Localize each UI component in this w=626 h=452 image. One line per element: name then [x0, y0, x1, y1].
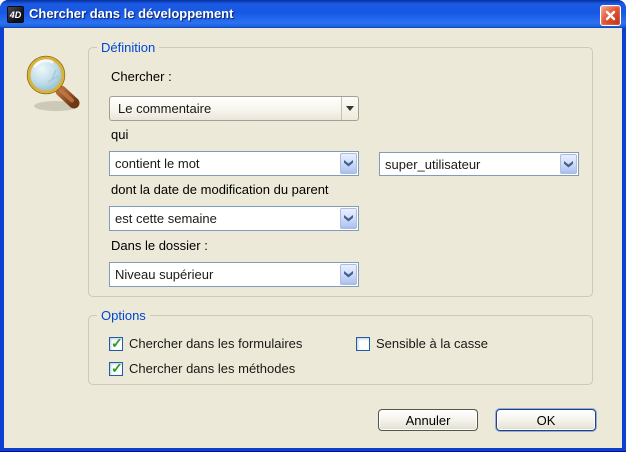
cancel-button[interactable]: Annuler: [378, 409, 478, 431]
checkbox-label: Chercher dans les formulaires: [129, 336, 302, 351]
date-label: dont la date de modification du parent: [111, 182, 329, 197]
dossier-combobox-value: Niveau supérieur: [115, 267, 213, 282]
checkbox-label: Chercher dans les méthodes: [129, 361, 295, 376]
close-button[interactable]: [600, 5, 621, 26]
checkbox-icon[interactable]: ✓: [109, 337, 123, 351]
chevron-down-icon: [340, 208, 357, 229]
qui-combobox[interactable]: contient le mot: [109, 151, 359, 176]
definition-group: Définition Chercher : Le commentaire qui…: [88, 47, 593, 297]
word-combobox[interactable]: super_utilisateur: [379, 152, 579, 176]
dropdown-arrow-icon: [341, 97, 358, 120]
checkbox-icon[interactable]: ✓: [356, 337, 370, 351]
checkbox-sensible-casse[interactable]: ✓ Sensible à la casse: [356, 336, 488, 351]
ok-button[interactable]: OK: [496, 409, 596, 431]
chercher-label: Chercher :: [111, 69, 172, 84]
qui-combobox-value: contient le mot: [115, 156, 200, 171]
chevron-down-icon: [560, 154, 577, 174]
window-title: Chercher dans le développement: [29, 0, 233, 28]
checkbox-label: Sensible à la casse: [376, 336, 488, 351]
checkbox-chercher-methodes[interactable]: ✓ Chercher dans les méthodes: [109, 361, 295, 376]
dossier-label: Dans le dossier :: [111, 238, 208, 253]
chevron-down-icon: [340, 153, 357, 174]
word-combobox-value: super_utilisateur: [385, 157, 480, 172]
date-combobox-value: est cette semaine: [115, 211, 217, 226]
options-legend: Options: [97, 308, 150, 323]
options-group: Options ✓ Chercher dans les formulaires …: [88, 315, 593, 385]
magnifier-icon: [22, 52, 84, 114]
titlebar[interactable]: 4D Chercher dans le développement: [0, 0, 626, 28]
dialog-body: Définition Chercher : Le commentaire qui…: [4, 28, 622, 448]
app-4d-icon: 4D: [7, 6, 24, 23]
chercher-dropdown-value: Le commentaire: [118, 101, 211, 116]
dossier-combobox[interactable]: Niveau supérieur: [109, 262, 359, 287]
chevron-down-icon: [340, 264, 357, 285]
definition-legend: Définition: [97, 40, 159, 55]
chercher-dropdown[interactable]: Le commentaire: [109, 96, 359, 121]
date-combobox[interactable]: est cette semaine: [109, 206, 359, 231]
checkbox-icon[interactable]: ✓: [109, 362, 123, 376]
checkbox-chercher-formulaires[interactable]: ✓ Chercher dans les formulaires: [109, 336, 302, 351]
dialog-window: 4D Chercher dans le développement: [0, 0, 626, 452]
close-icon: [605, 10, 616, 21]
qui-label: qui: [111, 127, 128, 142]
